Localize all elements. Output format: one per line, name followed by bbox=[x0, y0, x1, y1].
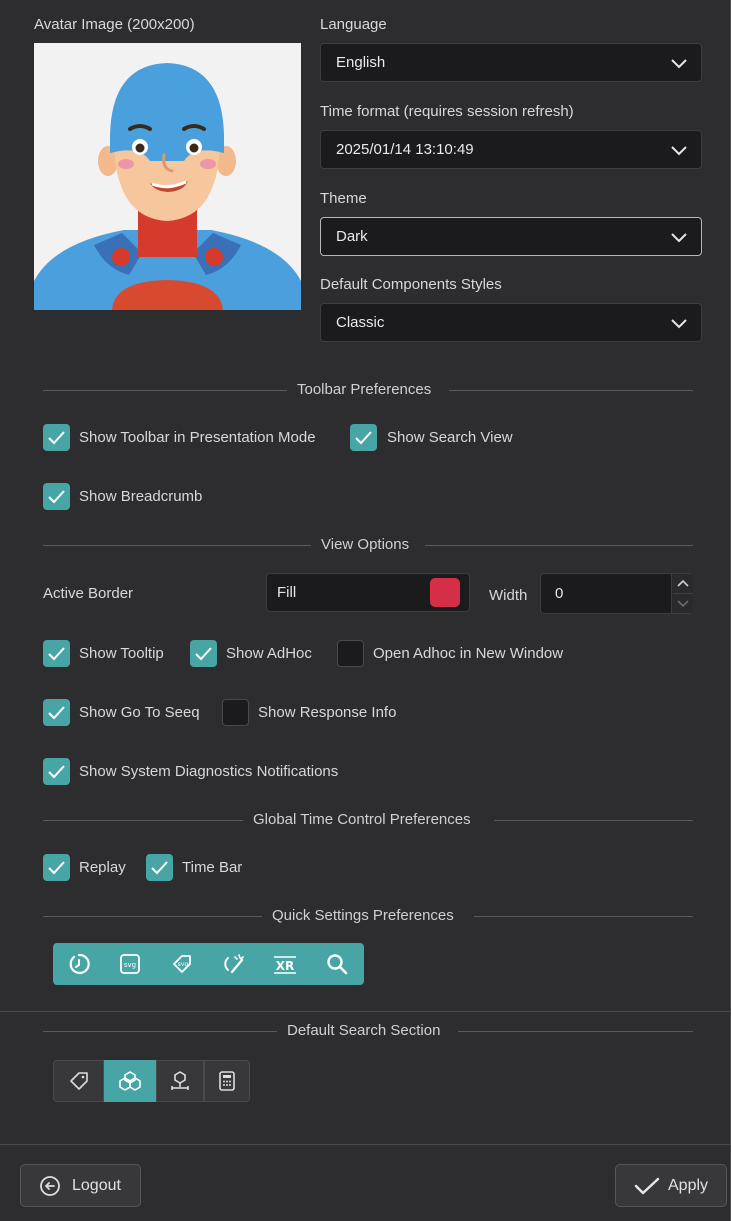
components-styles-label: Default Components Styles bbox=[320, 276, 502, 293]
global-time-divider: Global Time Control Preferences bbox=[43, 810, 693, 830]
apply-button[interactable]: Apply bbox=[615, 1164, 727, 1207]
show-tooltip-label: Show Tooltip bbox=[79, 645, 164, 662]
svg-export-icon[interactable]: svg bbox=[118, 952, 142, 976]
show-adhoc-label: Show AdHoc bbox=[226, 645, 312, 662]
search-section-calculator[interactable] bbox=[204, 1060, 250, 1102]
xr-icon[interactable]: XR bbox=[273, 952, 297, 976]
footer-separator bbox=[0, 1144, 731, 1145]
default-search-divider: Default Search Section bbox=[43, 1021, 693, 1041]
svg-text:svg: svg bbox=[124, 961, 136, 969]
active-border-fill-field[interactable]: Fill bbox=[266, 573, 470, 612]
logout-button[interactable]: Logout bbox=[20, 1164, 141, 1207]
time-format-select[interactable]: 2025/01/14 13:10:49 bbox=[320, 130, 702, 169]
theme-select[interactable]: Dark bbox=[320, 217, 702, 256]
time-bar-label: Time Bar bbox=[182, 859, 243, 876]
search-section-assets[interactable] bbox=[104, 1060, 156, 1102]
search-section-asset-tree[interactable] bbox=[156, 1060, 204, 1102]
avatar-label: Avatar Image (200x200) bbox=[34, 16, 195, 33]
apply-label: Apply bbox=[668, 1177, 709, 1194]
chevron-down-icon bbox=[671, 233, 687, 243]
active-border-label: Active Border bbox=[43, 585, 134, 602]
chevron-down-icon bbox=[671, 319, 687, 329]
show-response-info-label: Show Response Info bbox=[258, 704, 397, 721]
calculator-icon bbox=[219, 1071, 235, 1091]
show-system-diag-checkbox[interactable] bbox=[43, 758, 70, 785]
avatar-image[interactable] bbox=[34, 43, 301, 310]
show-breadcrumb-checkbox[interactable] bbox=[43, 483, 70, 510]
check-icon bbox=[355, 431, 372, 445]
global-time-title: Global Time Control Preferences bbox=[253, 811, 471, 828]
width-label: Width bbox=[489, 587, 528, 604]
check-icon bbox=[48, 861, 65, 875]
search-icon[interactable] bbox=[325, 952, 349, 976]
show-adhoc-checkbox[interactable] bbox=[190, 640, 217, 667]
check-icon bbox=[48, 431, 65, 445]
replay-label: Replay bbox=[79, 859, 126, 876]
open-adhoc-new-window-checkbox[interactable] bbox=[337, 640, 364, 667]
assets-icon bbox=[119, 1071, 141, 1091]
toolbar-prefs-divider: Toolbar Preferences bbox=[43, 380, 693, 400]
check-icon bbox=[151, 861, 168, 875]
check-icon bbox=[634, 1177, 660, 1195]
tag-icon bbox=[69, 1072, 88, 1090]
default-search-title: Default Search Section bbox=[287, 1022, 441, 1039]
quick-settings-bar: svg svg XR bbox=[53, 943, 364, 985]
pointer-magic-icon[interactable] bbox=[222, 952, 246, 976]
border-color-swatch[interactable] bbox=[430, 578, 460, 607]
components-styles-value: Classic bbox=[336, 314, 385, 331]
show-toolbar-presentation-label: Show Toolbar in Presentation Mode bbox=[79, 429, 316, 446]
stepper-down-icon[interactable] bbox=[677, 600, 689, 608]
section-separator bbox=[0, 1011, 731, 1012]
components-styles-select[interactable]: Classic bbox=[320, 303, 702, 342]
show-response-info-checkbox[interactable] bbox=[222, 699, 249, 726]
show-system-diag-label: Show System Diagnostics Notifications bbox=[79, 763, 339, 780]
logout-label: Logout bbox=[72, 1177, 121, 1194]
width-stepper[interactable] bbox=[671, 574, 693, 613]
search-section-tags[interactable] bbox=[53, 1060, 104, 1102]
show-toolbar-presentation-checkbox[interactable] bbox=[43, 424, 70, 451]
check-icon bbox=[48, 765, 65, 779]
width-input[interactable]: 0 bbox=[540, 573, 693, 614]
check-icon bbox=[48, 706, 65, 720]
logout-icon bbox=[40, 1176, 60, 1196]
check-icon bbox=[48, 490, 65, 504]
show-search-view-label: Show Search View bbox=[387, 429, 513, 446]
view-options-title: View Options bbox=[321, 536, 410, 553]
chevron-down-icon bbox=[671, 146, 687, 156]
check-icon bbox=[48, 647, 65, 661]
language-select[interactable]: English bbox=[320, 43, 702, 82]
replay-checkbox[interactable] bbox=[43, 854, 70, 881]
time-bar-checkbox[interactable] bbox=[146, 854, 173, 881]
timer-icon[interactable] bbox=[67, 952, 91, 976]
chevron-down-icon bbox=[671, 59, 687, 69]
svg-tag-icon[interactable]: svg bbox=[170, 952, 194, 976]
show-go-to-seeq-checkbox[interactable] bbox=[43, 699, 70, 726]
quick-settings-divider: Quick Settings Preferences bbox=[43, 906, 693, 926]
language-value: English bbox=[336, 54, 386, 71]
view-options-divider: View Options bbox=[43, 535, 693, 555]
stepper-up-icon[interactable] bbox=[677, 579, 689, 587]
toolbar-prefs-title: Toolbar Preferences bbox=[297, 381, 432, 398]
language-label: Language bbox=[320, 16, 387, 33]
show-search-view-checkbox[interactable] bbox=[350, 424, 377, 451]
quick-settings-title: Quick Settings Preferences bbox=[272, 907, 454, 924]
check-icon bbox=[195, 647, 212, 661]
asset-tree-icon bbox=[171, 1071, 189, 1090]
open-adhoc-new-window-label: Open Adhoc in New Window bbox=[373, 645, 564, 662]
time-format-label: Time format (requires session refresh) bbox=[320, 103, 574, 120]
show-tooltip-checkbox[interactable] bbox=[43, 640, 70, 667]
width-value: 0 bbox=[555, 585, 564, 602]
theme-value: Dark bbox=[336, 228, 368, 245]
svg-text:XR: XR bbox=[276, 959, 295, 973]
fill-value: Fill bbox=[277, 584, 297, 601]
theme-label: Theme bbox=[320, 190, 367, 207]
show-breadcrumb-label: Show Breadcrumb bbox=[79, 488, 203, 505]
time-format-value: 2025/01/14 13:10:49 bbox=[336, 141, 474, 158]
show-go-to-seeq-label: Show Go To Seeq bbox=[79, 704, 200, 721]
svg-text:svg: svg bbox=[178, 961, 189, 968]
